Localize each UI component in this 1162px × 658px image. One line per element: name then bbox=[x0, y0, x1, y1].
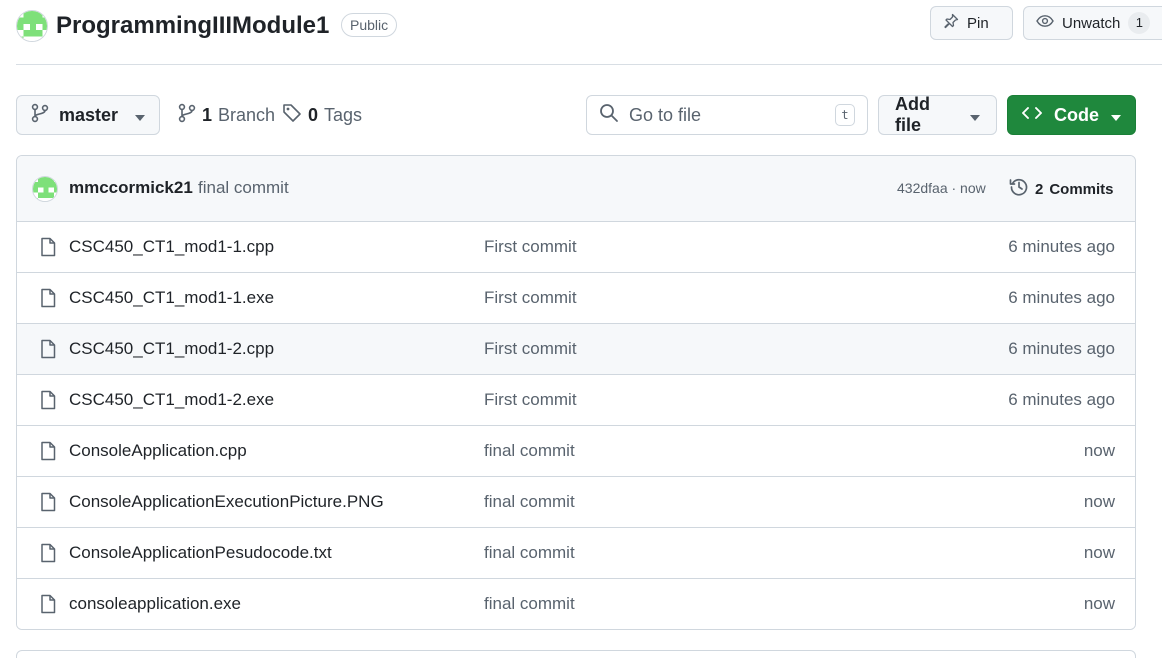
go-to-file-placeholder: Go to file bbox=[629, 104, 702, 125]
file-commit-age: 6 minutes ago bbox=[1008, 237, 1115, 256]
file-row[interactable]: CSC450_CT1_mod1-1.exe First commit 6 min… bbox=[17, 273, 1135, 324]
commit-message-link[interactable]: final commit bbox=[198, 178, 289, 198]
file-icon bbox=[39, 594, 57, 619]
keyboard-shortcut-hint: t bbox=[835, 104, 855, 126]
file-row[interactable]: ConsoleApplicationExecutionPicture.PNG f… bbox=[17, 477, 1135, 528]
file-commit-age: 6 minutes ago bbox=[1008, 339, 1115, 358]
commit-author-link[interactable]: mmccormick21 bbox=[69, 178, 193, 198]
readme-box-edge bbox=[16, 650, 1136, 658]
file-row[interactable]: CSC450_CT1_mod1-2.cpp First commit 6 min… bbox=[17, 324, 1135, 375]
file-commit-message-link[interactable]: First commit bbox=[484, 390, 577, 410]
file-row[interactable]: ConsoleApplicationPesudocode.txt final c… bbox=[17, 528, 1135, 579]
triangle-down-icon bbox=[970, 105, 980, 126]
file-commit-message-link[interactable]: First commit bbox=[484, 288, 577, 308]
branch-label: Branch bbox=[218, 104, 276, 125]
branch-name: master bbox=[59, 104, 119, 125]
visibility-badge: Public bbox=[341, 13, 398, 37]
triangle-down-icon bbox=[135, 105, 145, 126]
header-divider bbox=[16, 64, 1162, 65]
add-file-label: Add file bbox=[895, 94, 930, 135]
code-label: Code bbox=[1054, 104, 1099, 125]
pin-label: Pin bbox=[967, 14, 989, 32]
tags-link[interactable]: 0 Tags bbox=[282, 95, 362, 135]
git-branch-icon bbox=[178, 103, 196, 128]
commits-label: Commits bbox=[1049, 180, 1114, 198]
file-icon bbox=[39, 492, 57, 517]
repo-header: ProgrammingIIIModule1 Public Pin Unwatch… bbox=[16, 6, 1162, 44]
go-to-file-input[interactable]: Go to file t bbox=[586, 95, 868, 135]
tag-label: Tags bbox=[324, 104, 363, 125]
branch-select-button[interactable]: master bbox=[16, 95, 160, 135]
file-commit-age: now bbox=[1083, 594, 1115, 613]
file-name-link[interactable]: CSC450_CT1_mod1-2.exe bbox=[69, 390, 274, 410]
file-icon bbox=[39, 390, 57, 415]
file-icon bbox=[39, 339, 57, 364]
file-commit-message-link[interactable]: final commit bbox=[484, 492, 575, 512]
code-button[interactable]: Code bbox=[1007, 95, 1136, 135]
file-commit-message-link[interactable]: final commit bbox=[484, 594, 575, 614]
tag-count: 0 bbox=[308, 104, 319, 125]
eye-icon bbox=[1036, 13, 1054, 33]
file-icon bbox=[39, 543, 57, 568]
triangle-down-icon bbox=[1111, 105, 1121, 126]
file-commit-age: now bbox=[1083, 441, 1115, 460]
file-list: mmccormick21 final commit 432dfaa · now … bbox=[16, 155, 1136, 630]
file-commit-message-link[interactable]: First commit bbox=[484, 237, 577, 257]
commits-history-link[interactable]: 2 Commits bbox=[1009, 176, 1114, 202]
file-commit-age: now bbox=[1083, 492, 1115, 511]
file-commit-message-link[interactable]: final commit bbox=[484, 543, 575, 563]
file-commit-age: 6 minutes ago bbox=[1008, 288, 1115, 307]
unwatch-label: Unwatch bbox=[1062, 14, 1121, 32]
file-name-link[interactable]: ConsoleApplicationExecutionPicture.PNG bbox=[69, 492, 384, 512]
file-name-link[interactable]: CSC450_CT1_mod1-1.exe bbox=[69, 288, 274, 308]
file-name-link[interactable]: ConsoleApplicationPesudocode.txt bbox=[69, 543, 332, 563]
file-icon bbox=[39, 441, 57, 466]
file-icon bbox=[39, 237, 57, 262]
git-branch-icon bbox=[31, 103, 49, 128]
file-row[interactable]: CSC450_CT1_mod1-2.exe First commit 6 min… bbox=[17, 375, 1135, 426]
file-commit-age: now bbox=[1083, 543, 1115, 562]
file-name-link[interactable]: ConsoleApplication.cpp bbox=[69, 441, 247, 461]
file-commit-message-link[interactable]: First commit bbox=[484, 339, 577, 359]
file-navigation-toolbar: master 1 Branch 0 Tags Go to file t Add … bbox=[16, 94, 1136, 135]
add-file-button[interactable]: Add file bbox=[878, 94, 997, 135]
unwatch-button[interactable]: Unwatch 1 bbox=[1023, 6, 1162, 40]
owner-avatar[interactable] bbox=[16, 10, 48, 42]
code-icon bbox=[1022, 105, 1042, 126]
search-icon bbox=[599, 103, 619, 128]
file-row[interactable]: ConsoleApplication.cpp final commit now bbox=[17, 426, 1135, 477]
pin-button[interactable]: Pin bbox=[930, 6, 1013, 40]
branches-link[interactable]: 1 Branch bbox=[178, 95, 275, 135]
file-commit-age: 6 minutes ago bbox=[1008, 390, 1115, 409]
file-row[interactable]: consoleapplication.exe final commit now bbox=[17, 579, 1135, 629]
commit-sha-time[interactable]: 432dfaa · now bbox=[897, 180, 986, 196]
branch-count: 1 bbox=[202, 104, 213, 125]
latest-commit-bar: mmccormick21 final commit 432dfaa · now … bbox=[17, 156, 1135, 222]
file-name-link[interactable]: CSC450_CT1_mod1-2.cpp bbox=[69, 339, 274, 359]
repo-name[interactable]: ProgrammingIIIModule1 bbox=[56, 11, 329, 41]
author-avatar[interactable] bbox=[32, 176, 58, 202]
file-row[interactable]: CSC450_CT1_mod1-1.cpp First commit 6 min… bbox=[17, 222, 1135, 273]
tag-icon bbox=[282, 103, 302, 128]
pin-icon bbox=[943, 13, 959, 33]
file-name-link[interactable]: consoleapplication.exe bbox=[69, 594, 241, 614]
file-name-link[interactable]: CSC450_CT1_mod1-1.cpp bbox=[69, 237, 274, 257]
file-commit-message-link[interactable]: final commit bbox=[484, 441, 575, 461]
file-icon bbox=[39, 288, 57, 313]
watch-count: 1 bbox=[1128, 12, 1151, 34]
commits-count: 2 bbox=[1035, 180, 1044, 198]
history-icon bbox=[1009, 177, 1029, 201]
